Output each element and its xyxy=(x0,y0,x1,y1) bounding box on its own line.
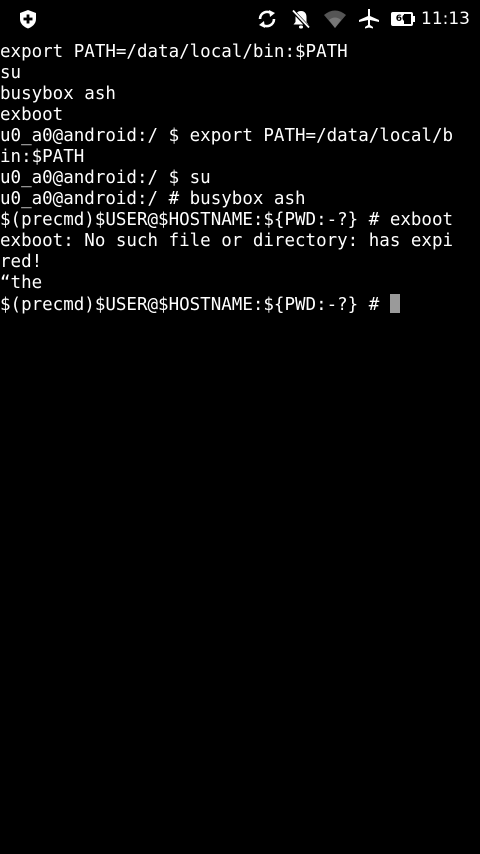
terminal-line: $(precmd)$USER@$HOSTNAME:${PWD:-?} # exb… xyxy=(0,210,454,230)
terminal-line: busybox ash xyxy=(0,84,116,104)
status-icons: 60 11:13 xyxy=(255,8,470,30)
terminal-line: u0_a0@android:/ $ su xyxy=(0,168,211,188)
terminal-prompt: $(precmd)$USER@$HOSTNAME:${PWD:-?} # xyxy=(0,295,390,315)
battery-indicator: 60 xyxy=(391,12,415,26)
terminal-line: red! xyxy=(0,252,43,272)
battery-nub xyxy=(413,16,415,22)
notifications-muted-icon xyxy=(289,8,313,30)
terminal-line: exboot xyxy=(0,105,64,125)
terminal-line: export PATH=/data/local/bin:$PATH xyxy=(0,42,348,62)
wifi-icon xyxy=(323,8,347,30)
sync-icon xyxy=(255,8,279,30)
terminal-output[interactable]: export PATH=/data/local/bin:$PATH su bus… xyxy=(0,42,480,854)
terminal-line: u0_a0@android:/ $ export PATH=/data/loca… xyxy=(0,126,454,146)
terminal-cursor[interactable] xyxy=(389,294,400,313)
shield-plus-icon xyxy=(18,9,38,29)
terminal-line: in:$PATH xyxy=(0,147,85,167)
terminal-line: “the xyxy=(0,273,43,293)
battery-level-text: 60 xyxy=(395,14,409,24)
terminal-input-line[interactable]: $(precmd)$USER@$HOSTNAME:${PWD:-?} # xyxy=(0,294,480,315)
status-clock: 11:13 xyxy=(421,9,470,29)
status-bar: 60 11:13 xyxy=(0,0,480,38)
terminal-line: u0_a0@android:/ # busybox ash xyxy=(0,189,306,209)
terminal-line: exboot: No such file or directory: has e… xyxy=(0,231,454,251)
terminal-line: su xyxy=(0,63,22,83)
battery-icon: 60 xyxy=(391,12,413,26)
airplane-mode-icon xyxy=(357,8,381,30)
